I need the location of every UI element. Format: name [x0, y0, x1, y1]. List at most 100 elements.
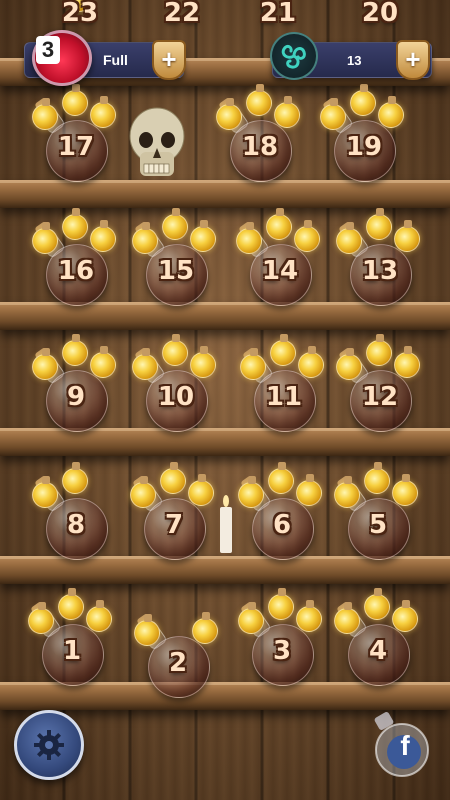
potion-bottle [32, 348, 58, 380]
potion-bottle [132, 222, 158, 254]
level-8[interactable]: 8 [26, 462, 126, 581]
potion-bottle [62, 84, 88, 116]
potion-bottle [32, 222, 58, 254]
level-number: 19 [345, 132, 383, 162]
potion-bottle [162, 334, 188, 366]
potion-bottle [296, 474, 322, 506]
potion-bottle [394, 346, 420, 378]
potion-bottle [334, 476, 360, 508]
level-number: 3 [272, 636, 292, 666]
triskele-icon [270, 32, 318, 80]
level-number: 11 [265, 382, 303, 412]
potion-bottle [350, 84, 376, 116]
potion-bottle [320, 98, 346, 130]
coins-count: 13 [347, 53, 362, 68]
level-18[interactable]: 18 [210, 84, 310, 203]
level-17[interactable]: 17 [26, 84, 126, 203]
level-number: 21 [259, 0, 297, 28]
potion-bottle [160, 462, 186, 494]
lives-count: 3 [36, 36, 60, 64]
potion-bottle [132, 348, 158, 380]
potion-bottle [334, 602, 360, 634]
level-number: 8 [66, 510, 86, 540]
facebook-button[interactable]: f [368, 712, 432, 778]
potion-bottle [86, 600, 112, 632]
level-number: 1 [62, 636, 82, 666]
level-3[interactable]: 3 [232, 588, 332, 707]
potion-bottle [162, 208, 188, 240]
potion-bottle [90, 346, 116, 378]
potion-bottle [364, 462, 390, 494]
potion-bottle [90, 220, 116, 252]
level-1[interactable]: 1 [22, 588, 122, 707]
potion-bottle [236, 222, 262, 254]
level-number: 5 [368, 510, 388, 540]
potion-bottle [238, 602, 264, 634]
add-lives-button[interactable]: + [152, 40, 186, 80]
level-number: 23 [61, 0, 99, 28]
potion-bottle [336, 348, 362, 380]
add-coins-button[interactable]: + [396, 40, 430, 80]
level-9[interactable]: 9 [26, 334, 126, 453]
candle-decoration [220, 495, 232, 553]
potion-bottle [274, 96, 300, 128]
level-16[interactable]: 16 [26, 208, 126, 327]
level-number: 9 [66, 382, 86, 412]
potion-bottle [130, 476, 156, 508]
potion-bottle [366, 208, 392, 240]
level-14[interactable]: 14 [230, 208, 330, 327]
level-15[interactable]: 15 [126, 208, 226, 327]
gear-icon [34, 730, 64, 760]
potion-bottle [266, 208, 292, 240]
level-select-scene: 23 22 21 20 17 18 19 16 15 14 13 9 10 11… [0, 0, 450, 800]
level-number: 18 [241, 132, 279, 162]
potion-bottle [268, 588, 294, 620]
level-4[interactable]: 4 [328, 588, 428, 707]
level-19[interactable]: 19 [314, 84, 414, 203]
level-number: 2 [168, 648, 188, 678]
level-number: 13 [361, 256, 399, 286]
potion-bottle [62, 334, 88, 366]
potion-bottle [366, 334, 392, 366]
potion-bottle [238, 476, 264, 508]
potion-bottle [392, 600, 418, 632]
level-number: 15 [157, 256, 195, 286]
level-number: 17 [57, 132, 95, 162]
potion-bottle [392, 474, 418, 506]
level-13[interactable]: 13 [330, 208, 430, 327]
level-6[interactable]: 6 [232, 462, 332, 581]
level-number: 14 [261, 256, 299, 286]
level-2[interactable]: 2 [128, 604, 228, 719]
potion-bottle [270, 334, 296, 366]
potion-bottle [188, 474, 214, 506]
level-7[interactable]: 7 [124, 462, 224, 581]
potion-bottle [296, 600, 322, 632]
settings-button[interactable] [14, 710, 84, 780]
skull-decoration [129, 107, 185, 176]
potion-bottle [192, 612, 218, 644]
lives-status: Full [103, 52, 128, 68]
triskele-icon [281, 44, 306, 69]
potion-bottle [62, 208, 88, 240]
potion-bottle [294, 220, 320, 252]
potion-bottle [190, 346, 216, 378]
potion-bottle [32, 476, 58, 508]
level-number: 20 [361, 0, 399, 28]
potion-bottle [134, 614, 160, 646]
potion-bottle [62, 462, 88, 494]
potion-bottle [58, 588, 84, 620]
level-number: 10 [157, 382, 195, 412]
potion-bottle [190, 220, 216, 252]
level-number: 16 [57, 256, 95, 286]
potion-bottle [240, 348, 266, 380]
potion-bottle [28, 602, 54, 634]
level-number: 4 [368, 636, 388, 666]
potion-bottle [378, 96, 404, 128]
potion-bottle [336, 222, 362, 254]
potion-bottle [364, 588, 390, 620]
level-11[interactable]: 11 [234, 334, 334, 453]
level-5[interactable]: 5 [328, 462, 428, 581]
facebook-label: f [400, 730, 410, 761]
level-12[interactable]: 12 [330, 334, 430, 453]
level-10[interactable]: 10 [126, 334, 226, 453]
